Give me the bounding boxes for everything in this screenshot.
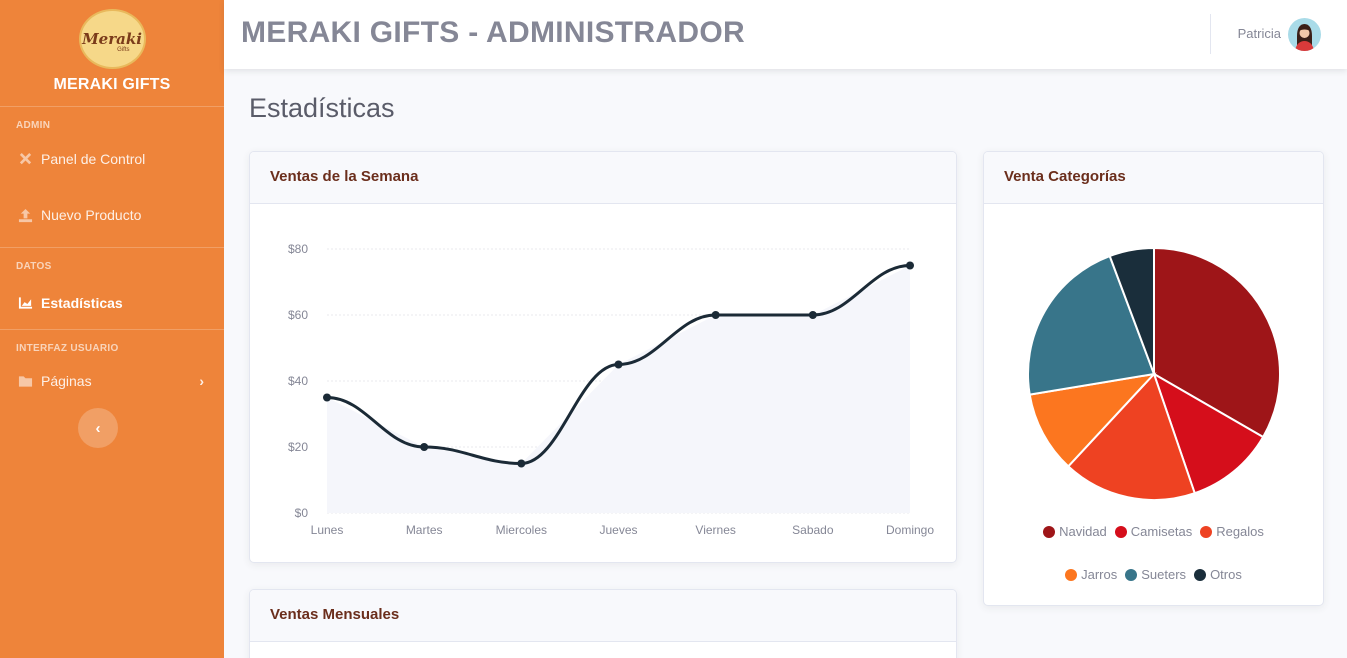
y-tick-label: $60 [288,308,308,322]
legend-item-jarros[interactable]: Jarros [1065,567,1117,582]
category-pie-chart [1027,246,1281,501]
legend-label: Sueters [1141,567,1187,582]
data-point-sabado[interactable] [808,311,817,319]
legend-label: Navidad [1059,524,1107,539]
data-point-martes[interactable] [420,443,429,451]
area-chart-icon [17,295,33,311]
x-tick-label: Sabado [792,523,834,537]
sidebar-item-label: Estadísticas [41,294,123,311]
data-point-miercoles[interactable] [517,459,526,468]
data-point-jueves[interactable] [614,360,623,369]
sidebar-heading-datos: DATOS [16,261,52,272]
card-title: Venta Categorías [984,152,1323,204]
x-tick-label: Miercoles [496,523,547,537]
avatar[interactable] [1288,18,1321,51]
sidebar-item-panel-control[interactable]: Panel de Control [0,135,224,183]
sidebar-item-paginas[interactable]: Páginas › [0,358,224,404]
upload-icon [17,207,33,223]
x-tick-label: Domingo [886,523,934,537]
page-title: Estadísticas [249,93,395,123]
folder-icon [17,373,33,389]
sidebar-toggle-button[interactable]: ‹ [78,408,118,448]
weekly-sales-card: Ventas de la Semana $0 $20 $40 $60 $80 Lunes M… [249,151,957,563]
legend-label: Regalos [1216,524,1264,539]
legend-swatch [1200,525,1213,538]
legend-swatch [1043,525,1056,538]
data-point-lunes[interactable] [323,393,331,402]
pie-legend-row: Jarros Sueters Otros [984,567,1323,582]
sidebar-item-label: Páginas [41,373,92,389]
series-area [327,265,910,513]
app-title: MERAKI GIFTS - ADMINISTRADOR [241,16,745,49]
sidebar-item-label: Nuevo Producto [41,207,142,223]
legend-label: Jarros [1081,567,1118,582]
y-tick-label: $0 [295,506,309,520]
sidebar: Meraki Gifts MERAKI GIFTS ADMIN Panel de… [0,0,224,658]
brand-name: MERAKI GIFTS [53,76,171,93]
monthly-sales-card: Ventas Mensuales [249,589,957,658]
user-name[interactable]: Patricia [1238,26,1281,41]
legend-swatch [1125,568,1138,581]
brand-logo: Meraki Gifts [78,9,146,69]
legend-swatch [1065,568,1078,581]
legend-item-otros[interactable]: Otros [1194,567,1242,582]
topbar: MERAKI GIFTS - ADMINISTRADOR Patricia [224,0,1347,69]
pie-legend-row: Navidad Camisetas Regalos [984,524,1323,539]
legend-label: Camisetas [1130,524,1193,539]
sidebar-item-label: Panel de Control [41,151,146,167]
logo-subtext: Gifts [117,47,130,53]
legend-label: Otros [1210,567,1242,582]
legend-item-camisetas[interactable]: Camisetas [1114,524,1193,539]
sidebar-item-estadisticas[interactable]: Estadísticas [0,276,224,329]
sidebar-heading-interfaz: INTERFAZ USUARIO [16,343,119,354]
chevron-right-icon: › [199,373,204,389]
x-tick-label: Jueves [599,523,637,537]
sidebar-heading-admin: ADMIN [16,120,51,131]
brand[interactable]: Meraki Gifts MERAKI GIFTS [0,0,224,106]
legend-item-regalos[interactable]: Regalos [1200,524,1264,539]
data-point-domingo[interactable] [906,261,914,270]
card-title: Ventas Mensuales [250,590,956,642]
legend-item-navidad[interactable]: Navidad [1043,524,1107,539]
y-tick-label: $20 [288,440,308,454]
card-title: Ventas de la Semana [250,152,956,204]
category-sales-card: Venta Categorías Navidad Camisetas Regalos… [983,151,1324,606]
x-tick-label: Martes [406,523,443,537]
legend-swatch [1194,568,1207,581]
y-tick-label: $40 [288,374,308,388]
legend-swatch [1114,525,1127,538]
legend-item-sueters[interactable]: Sueters [1125,567,1186,582]
weekly-sales-chart: $0 $20 $40 $60 $80 Lunes Martes Miercoles Jueves… [288,242,934,537]
logo-text: Meraki [82,30,142,48]
x-tick-label: Lunes [311,523,344,537]
tools-icon [17,151,33,167]
topbar-divider [1210,14,1211,54]
y-tick-label: $80 [288,242,308,256]
x-tick-label: Viernes [695,523,735,537]
data-point-viernes[interactable] [711,311,720,319]
sidebar-item-nuevo-producto[interactable]: Nuevo Producto [0,183,224,247]
chevron-left-icon: ‹ [95,419,101,437]
